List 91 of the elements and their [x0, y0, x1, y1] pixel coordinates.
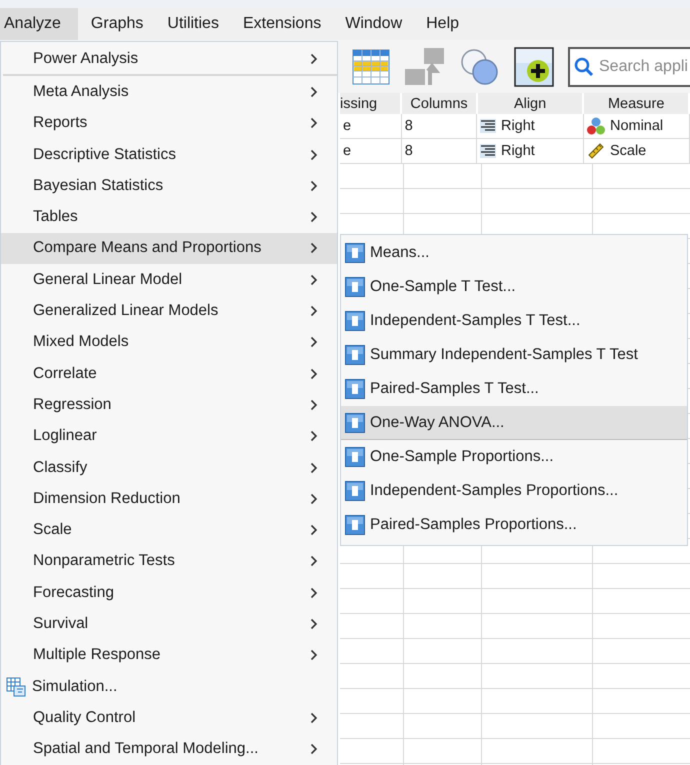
menu-bar-item[interactable]: Window: [332, 8, 414, 40]
tile-icon: [345, 412, 365, 432]
chevron-right-icon: [310, 712, 318, 724]
menu-item[interactable]: Independent-Samples Proportions...: [341, 474, 687, 508]
tile-icon: [345, 345, 365, 365]
add-variable-icon[interactable]: [514, 46, 554, 86]
chevron-right-icon: [310, 148, 318, 161]
menu-bar-item[interactable]: Graphs: [78, 8, 154, 40]
align-right-icon: [480, 119, 496, 133]
tile-icon: [345, 243, 365, 263]
table-cell: e: [340, 114, 402, 139]
menu-bar-item[interactable]: Analyze: [0, 8, 78, 40]
menu-item[interactable]: General Linear Model: [1, 264, 337, 296]
grid-icon: [6, 676, 26, 697]
chevron-right-icon: [310, 180, 318, 192]
menu-item[interactable]: Generalized Linear Models: [1, 295, 337, 327]
table-cell: Right: [500, 143, 535, 159]
chevron-right-icon: [310, 492, 318, 505]
menu-item[interactable]: One-Way ANOVA...: [341, 406, 687, 440]
menu-item[interactable]: Means...: [341, 236, 687, 270]
menu-item[interactable]: Dimension Reduction: [1, 483, 337, 514]
menu-item[interactable]: Simulation...: [1, 670, 337, 702]
chevron-right-icon: [310, 86, 318, 98]
menu-item[interactable]: Summary Independent-Samples T Test: [341, 338, 687, 372]
chevron-right-icon: [310, 649, 318, 662]
chevron-right-icon: [310, 430, 318, 442]
chevron-right-icon: [310, 305, 318, 318]
menu-item[interactable]: Mixed Models: [1, 326, 337, 358]
search-field[interactable]: Search appli: [568, 46, 690, 86]
chevron-right-icon: [310, 555, 318, 568]
column-header[interactable]: Align: [478, 93, 584, 114]
chevron-right-icon: [310, 368, 318, 380]
menu-item[interactable]: Multiple Response: [1, 640, 337, 671]
table-icon[interactable]: [352, 48, 390, 84]
menu-item[interactable]: Compare Means and Proportions: [1, 232, 337, 264]
tile-icon: [345, 379, 365, 399]
menu-item[interactable]: One-Sample Proportions...: [341, 440, 687, 474]
menu-item[interactable]: Independent-Samples T Test...: [341, 304, 687, 338]
tile-icon: [345, 311, 365, 331]
chevron-right-icon: [310, 242, 318, 254]
menu-item[interactable]: Nonparametric Tests: [1, 546, 337, 578]
chevron-right-icon: [310, 743, 318, 756]
table-cell: 8: [402, 139, 477, 164]
nominal-icon: [586, 117, 605, 135]
menu-item[interactable]: Tables: [1, 201, 337, 233]
column-header[interactable]: issing: [340, 93, 402, 114]
menu-item[interactable]: Regression: [1, 389, 337, 421]
tile-icon: [345, 481, 365, 501]
menu-item[interactable]: Bayesian Statistics: [1, 170, 337, 202]
chevron-right-icon: [310, 117, 318, 130]
chevron-right-icon: [310, 211, 318, 224]
menu-bar-item[interactable]: Help: [413, 8, 470, 40]
chevron-right-icon: [310, 398, 318, 411]
table-cell: Right: [500, 118, 535, 134]
tile-icon: [345, 277, 365, 297]
menu-item[interactable]: Quality Control: [1, 702, 337, 734]
chevron-right-icon: [310, 336, 318, 348]
swap-icon[interactable]: [404, 46, 446, 86]
menu-bar-item[interactable]: Utilities: [154, 8, 230, 40]
menu-item[interactable]: Spatial and Temporal Modeling...: [1, 734, 337, 765]
menu-item[interactable]: Meta Analysis: [1, 76, 337, 108]
menu-item[interactable]: Classify: [1, 452, 337, 484]
menu-bar-item[interactable]: Extensions: [230, 8, 332, 40]
table-cell: 8: [402, 114, 477, 139]
column-header[interactable]: Measure: [584, 93, 690, 114]
menu-item[interactable]: Forecasting: [1, 577, 337, 608]
menu-item[interactable]: Scale: [1, 514, 337, 546]
circles-icon[interactable]: [460, 48, 500, 86]
menu-item[interactable]: Paired-Samples Proportions...: [341, 508, 687, 542]
chevron-right-icon: [310, 274, 318, 286]
menu-item[interactable]: Survival: [1, 608, 337, 640]
chevron-right-icon: [310, 586, 318, 599]
menu-item[interactable]: One-Sample T Test...: [341, 270, 687, 304]
table-cell: Nominal: [610, 118, 664, 134]
table-cell: e: [340, 139, 402, 164]
chevron-right-icon: [310, 618, 318, 630]
menu-item[interactable]: Descriptive Statistics: [1, 138, 337, 170]
menu-item[interactable]: Power Analysis: [1, 43, 337, 74]
tile-icon: [345, 515, 365, 535]
menu-item[interactable]: Paired-Samples T Test...: [341, 372, 687, 406]
table-cell: Scale: [610, 143, 646, 159]
chevron-right-icon: [310, 462, 318, 474]
column-header[interactable]: Columns: [402, 93, 478, 114]
menu-item[interactable]: Loglinear: [1, 420, 337, 452]
tile-icon: [345, 447, 365, 467]
menu-item[interactable]: Reports: [1, 108, 337, 139]
menu-item[interactable]: Correlate: [1, 358, 337, 390]
ruler-icon: [586, 142, 605, 160]
chevron-right-icon: [310, 52, 318, 65]
align-right-icon: [480, 144, 496, 158]
chevron-right-icon: [310, 524, 318, 536]
